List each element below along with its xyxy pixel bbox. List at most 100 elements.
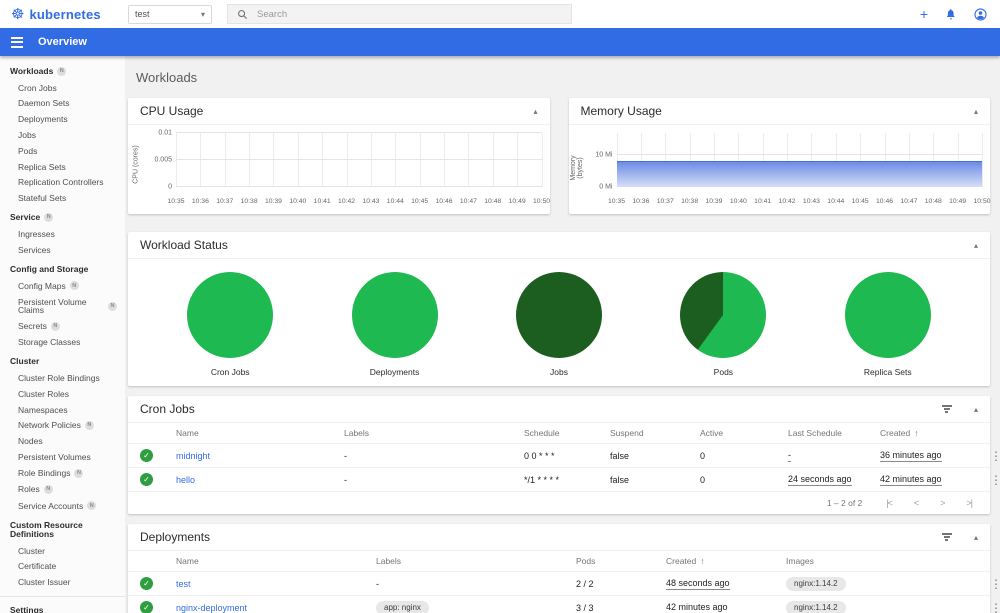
filter-icon[interactable] bbox=[941, 533, 952, 541]
first-page-icon[interactable]: |< bbox=[886, 498, 893, 508]
collapse-icon[interactable]: ▴ bbox=[974, 405, 978, 414]
sidebar-section-custom-resource-definitions[interactable]: Custom Resource Definitions bbox=[0, 516, 125, 543]
sidebar-item-role-bindings[interactable]: Role Bindings N bbox=[0, 465, 125, 481]
next-page-icon[interactable]: > bbox=[940, 498, 945, 508]
sidebar-section-config-and-storage[interactable]: Config and Storage bbox=[0, 260, 125, 278]
cell-name: hello bbox=[176, 475, 344, 485]
column-header-created[interactable]: Created ↑ bbox=[880, 428, 972, 438]
search-bar[interactable] bbox=[227, 4, 572, 24]
resource-link-nginx-deployment[interactable]: nginx-deployment bbox=[176, 603, 247, 613]
collapse-icon[interactable]: ▴ bbox=[974, 241, 978, 250]
previous-page-icon[interactable]: < bbox=[914, 498, 919, 508]
deployments-title: Deployments bbox=[140, 530, 211, 544]
kubernetes-logo[interactable]: ☸ kubernetes bbox=[0, 7, 125, 22]
label-chip: app: nginx bbox=[376, 600, 429, 613]
sidebar-item-jobs[interactable]: Jobs bbox=[0, 127, 125, 143]
x-tick-label: 10:38 bbox=[681, 198, 699, 205]
x-tick-label: 10:40 bbox=[289, 198, 307, 205]
sidebar-item-storage-classes[interactable]: Storage Classes bbox=[0, 335, 125, 351]
chart-gridline-vertical bbox=[444, 133, 446, 187]
pie-chart[interactable] bbox=[187, 272, 274, 358]
column-header-labels[interactable]: Labels bbox=[376, 556, 576, 566]
sidebar-item-roles[interactable]: Roles N bbox=[0, 482, 125, 498]
namespaced-badge-icon: N bbox=[57, 67, 67, 76]
search-input[interactable] bbox=[257, 8, 562, 20]
sidebar-section-settings[interactable]: Settings bbox=[0, 601, 125, 613]
sidebar-item-cluster-roles[interactable]: Cluster Roles bbox=[0, 386, 125, 402]
column-header-labels[interactable]: Labels bbox=[344, 428, 524, 438]
sidebar-item-cluster-role-bindings[interactable]: Cluster Role Bindings bbox=[0, 370, 125, 386]
column-header-name[interactable]: Name bbox=[176, 556, 376, 566]
sidebar-item-daemon-sets[interactable]: Daemon Sets bbox=[0, 96, 125, 112]
sidebar-item-secrets[interactable]: Secrets N bbox=[0, 318, 125, 334]
sidebar-item-network-policies[interactable]: Network Policies N bbox=[0, 418, 125, 434]
chart-gridline-vertical bbox=[517, 133, 519, 187]
table-row: ✓ hello - */1 * * * * false 0 24 seconds ago 42… bbox=[128, 468, 1000, 492]
cell-status: ✓ bbox=[140, 449, 176, 462]
namespace-selector[interactable]: test ▾ bbox=[128, 4, 212, 24]
sidebar-item-persistent-volumes[interactable]: Persistent Volumes bbox=[0, 450, 125, 466]
collapse-icon[interactable]: ▴ bbox=[533, 107, 537, 116]
cell-status: ✓ bbox=[140, 473, 176, 486]
sidebar-item-deployments[interactable]: Deployments bbox=[0, 112, 125, 128]
sidebar-item-namespaces[interactable]: Namespaces bbox=[0, 402, 125, 418]
sidebar-item-persistent-volume-claims[interactable]: Persistent Volume Claims N bbox=[0, 294, 125, 318]
pie-chart[interactable] bbox=[844, 272, 931, 358]
sidebar-label: Custom Resource Definitions bbox=[10, 520, 83, 539]
sidebar-item-certificate[interactable]: Certificate bbox=[0, 559, 125, 575]
column-header-created[interactable]: Created ↑ bbox=[666, 556, 786, 566]
menu-icon[interactable] bbox=[11, 36, 23, 48]
sidebar-item-service-accounts[interactable]: Service Accounts N bbox=[0, 498, 125, 514]
sidebar-item-cron-jobs[interactable]: Cron Jobs bbox=[0, 80, 125, 96]
filter-icon[interactable] bbox=[941, 405, 952, 413]
sidebar-item-replication-controllers[interactable]: Replication Controllers bbox=[0, 175, 125, 191]
memory-usage-area-series bbox=[616, 160, 982, 187]
namespaced-badge-icon: N bbox=[108, 301, 117, 311]
resource-link-midnight[interactable]: midnight bbox=[176, 451, 210, 461]
column-header-schedule[interactable]: Schedule bbox=[524, 428, 610, 438]
create-resource-button[interactable]: + bbox=[920, 7, 928, 21]
workload-pie-jobs: Jobs bbox=[515, 272, 602, 377]
column-header-suspend[interactable]: Suspend bbox=[610, 428, 700, 438]
last-page-icon[interactable]: >| bbox=[966, 498, 973, 508]
pie-chart[interactable] bbox=[680, 272, 767, 358]
sidebar-label: Network Policies bbox=[18, 420, 81, 431]
status-ok-icon: ✓ bbox=[140, 577, 153, 590]
sidebar-section-service[interactable]: Service N bbox=[0, 208, 125, 226]
row-actions-menu-icon[interactable]: ⋮ bbox=[972, 449, 1000, 463]
cell-labels: app: nginx bbox=[376, 600, 576, 613]
collapse-icon[interactable]: ▴ bbox=[974, 533, 978, 542]
resource-link-hello[interactable]: hello bbox=[176, 475, 195, 485]
sidebar-item-ingresses[interactable]: Ingresses bbox=[0, 226, 125, 242]
sidebar-item-cluster[interactable]: Cluster bbox=[0, 543, 125, 559]
row-actions-menu-icon[interactable]: ⋮ bbox=[972, 601, 1000, 613]
sidebar-item-pods[interactable]: Pods bbox=[0, 143, 125, 159]
row-actions-menu-icon[interactable]: ⋮ bbox=[972, 473, 1000, 487]
column-header-last-schedule[interactable]: Last Schedule bbox=[788, 428, 880, 438]
cell-value: */1 * * * * bbox=[524, 474, 560, 485]
sidebar-section-cluster[interactable]: Cluster bbox=[0, 352, 125, 370]
column-header-images[interactable]: Images bbox=[786, 556, 972, 566]
sidebar-item-config-maps[interactable]: Config Maps N bbox=[0, 278, 125, 294]
sidebar-item-stateful-sets[interactable]: Stateful Sets bbox=[0, 190, 125, 206]
resource-link-test[interactable]: test bbox=[176, 579, 191, 589]
memory-plot-area: 10 Mi 0 Mi bbox=[595, 133, 983, 191]
row-actions-menu-icon[interactable]: ⋮ bbox=[972, 577, 1000, 591]
cron-jobs-title: Cron Jobs bbox=[140, 402, 195, 416]
sidebar-item-services[interactable]: Services bbox=[0, 242, 125, 258]
collapse-icon[interactable]: ▴ bbox=[974, 107, 978, 116]
memory-usage-chart: Memory (bytes) 10 Mi 0 Mi 10:35 10:36 10:37… bbox=[569, 125, 991, 213]
sidebar-section-workloads[interactable]: Workloads N bbox=[0, 62, 125, 80]
cell-suspend: false bbox=[610, 451, 700, 461]
column-header-pods[interactable]: Pods bbox=[576, 556, 666, 566]
sidebar-item-cluster-issuer[interactable]: Cluster Issuer bbox=[0, 575, 125, 591]
column-header-name[interactable]: Name bbox=[176, 428, 344, 438]
column-header-active[interactable]: Active bbox=[700, 428, 788, 438]
pie-chart[interactable] bbox=[351, 272, 438, 358]
pie-chart[interactable] bbox=[515, 272, 602, 358]
user-menu-button[interactable] bbox=[974, 7, 987, 21]
notifications-button[interactable] bbox=[945, 8, 957, 21]
sidebar-label: Replication Controllers bbox=[18, 177, 104, 188]
sidebar-item-nodes[interactable]: Nodes bbox=[0, 434, 125, 450]
sidebar-item-replica-sets[interactable]: Replica Sets bbox=[0, 159, 125, 175]
